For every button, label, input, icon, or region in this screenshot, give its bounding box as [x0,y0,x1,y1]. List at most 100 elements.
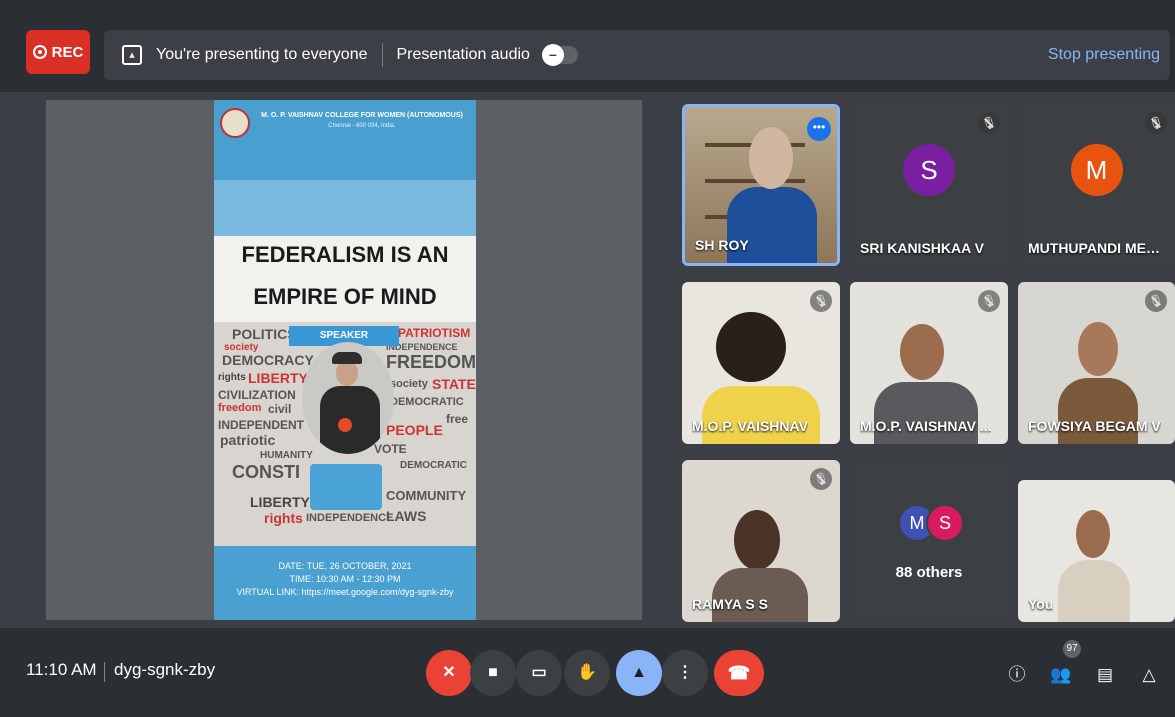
participant-tile[interactable]: 🎙 M.O.P. VAISHNAV [682,282,840,444]
more-vert-icon: ⋮ [677,664,693,681]
presenting-banner: ▴ You're presenting to everyone Presenta… [104,30,1170,80]
participant-name: FOWSIYA BEGAM V [1028,418,1161,434]
rec-label: REC [51,43,84,61]
cloud-word: DEMOCRACY [222,352,314,368]
presentation-audio-label: Presentation audio [396,46,530,63]
speaker-hat [332,352,362,364]
bottom-bar: 11:10 AM dyg-sgnk-zby ✕ ■ ▭ ✋ ▲ ⋮ ☎ ⓘ 👥 … [0,628,1175,717]
mic-off-icon: 🎙 [810,290,832,312]
participant-tile[interactable]: ••• SH ROY [682,104,840,266]
captions-icon: ▭ [531,664,547,681]
hand-icon: ✋ [577,664,597,681]
mic-off-icon: 🎙 [810,468,832,490]
people-button[interactable]: 👥 [1048,662,1074,688]
cloud-word: LAWS [386,508,427,524]
poster-band [214,180,476,242]
participant-name: MUTHUPANDI MEEN... [1028,240,1168,256]
activities-icon: △ [1142,665,1156,684]
raise-hand-button[interactable]: ✋ [564,650,610,696]
presented-poster: M. O. P. VAISHNAV COLLEGE FOR WOMEN (AUT… [214,100,476,620]
poster-title-line2: EMPIRE OF MIND [253,284,437,309]
camera-icon: ■ [488,664,498,681]
participant-head [734,510,780,570]
poster-time: TIME: 10:30 AM - 12:30 PM [289,574,401,584]
mic-off-icon: 🎙 [1145,112,1167,134]
cloud-word: COMMUNITY [386,488,467,503]
self-view-tile[interactable]: You [1018,480,1175,622]
speaker-emblem [338,418,352,432]
speaker-photo [302,342,394,454]
participant-body [702,386,820,444]
cloud-word: STATE [432,376,476,392]
poster-college: M. O. P. VAISHNAV COLLEGE FOR WOMEN (AUT… [261,112,463,119]
cloud-word: LIBERTY [248,370,308,386]
bottom-divider [104,662,105,682]
more-options-button[interactable]: ⋮ [662,650,708,696]
participant-tile[interactable]: 🎙 RAMYA S S [682,460,840,622]
others-avatars: M S [898,504,968,542]
activities-button[interactable]: △ [1136,662,1162,688]
speaker-caption [310,464,382,510]
avatar: M [1070,144,1123,196]
microphone-toggle-button[interactable]: ✕ [426,650,472,696]
more-options-icon[interactable]: ••• [807,117,831,141]
top-bar: REC ▴ You're presenting to everyone Pres… [0,0,1175,92]
cloud-word: society [390,378,428,390]
cloud-word: CONSTI [232,462,301,482]
meeting-code: dyg-sgnk-zby [114,660,216,679]
participant-body [874,382,978,444]
participant-name: You [1028,596,1054,612]
college-logo-icon [220,108,250,138]
cloud-word: CIVILIZATION [218,388,296,402]
others-count: 88 others [895,564,963,581]
participant-tile[interactable]: 🎙 S SRI KANISHKAA V [850,104,1008,266]
info-icon: ⓘ [1008,665,1026,684]
participant-head [900,324,944,380]
avatar: S [926,504,964,542]
participant-tile[interactable]: 🎙 M MUTHUPANDI MEEN... [1018,104,1175,266]
poster-city: Chennai - 600 034, India. [328,123,396,129]
meeting-details-button[interactable]: ⓘ [1004,662,1030,688]
present-now-button[interactable]: ▲ [616,650,662,696]
present-screen-icon: ▴ [122,45,142,65]
camera-toggle-button[interactable]: ■ [470,650,516,696]
cloud-word: LIBERTY! [250,494,315,510]
participant-name: M.O.P. VAISHNAV ... [860,418,992,434]
captions-button[interactable]: ▭ [516,650,562,696]
cloud-word: INDEPENDENT [218,418,305,432]
people-count-badge: 97 [1063,640,1081,658]
participant-head [1078,322,1118,376]
stop-presenting-button[interactable]: Stop presenting [1048,46,1160,64]
cloud-word: free [446,412,469,426]
participant-body [727,187,817,263]
leave-call-button[interactable]: ☎ [714,650,764,696]
poster-date: DATE: TUE, 26 OCTOBER, 2021 [278,561,412,571]
mic-off-icon: ✕ [442,664,456,681]
participant-name: SH ROY [695,237,749,253]
end-call-icon: ☎ [727,663,751,683]
cloud-word: DEMOCRATIC [390,396,464,408]
participant-head [749,127,793,189]
people-icon: 👥 [1050,665,1072,684]
present-screen-icon: ▲ [631,664,647,681]
participant-body [1058,378,1138,444]
cloud-word: INDEPENDENCE [306,512,394,524]
cloud-word: freedom [218,402,262,414]
cloud-word: HUMANITY [260,450,313,461]
participant-body [1058,560,1130,622]
banner-divider [381,43,383,67]
record-icon [32,45,47,59]
toggle-off-icon: – [541,44,564,66]
participant-tile-others[interactable]: M S 88 others [850,460,1008,622]
chat-icon: ▤ [1096,665,1114,684]
cloud-word: POLITICS [232,326,297,342]
chat-button[interactable]: ▤ [1092,662,1118,688]
cloud-word: patriotic [220,432,276,448]
participant-tile[interactable]: 🎙 M.O.P. VAISHNAV ... [850,282,1008,444]
participant-head [1076,510,1110,558]
presentation-audio-toggle[interactable]: – [541,44,578,66]
participant-body [712,568,808,622]
participant-name: M.O.P. VAISHNAV [692,418,808,434]
poster-header: M. O. P. VAISHNAV COLLEGE FOR WOMEN (AUT… [214,100,476,180]
participant-tile[interactable]: 🎙 FOWSIYA BEGAM V [1018,282,1175,444]
